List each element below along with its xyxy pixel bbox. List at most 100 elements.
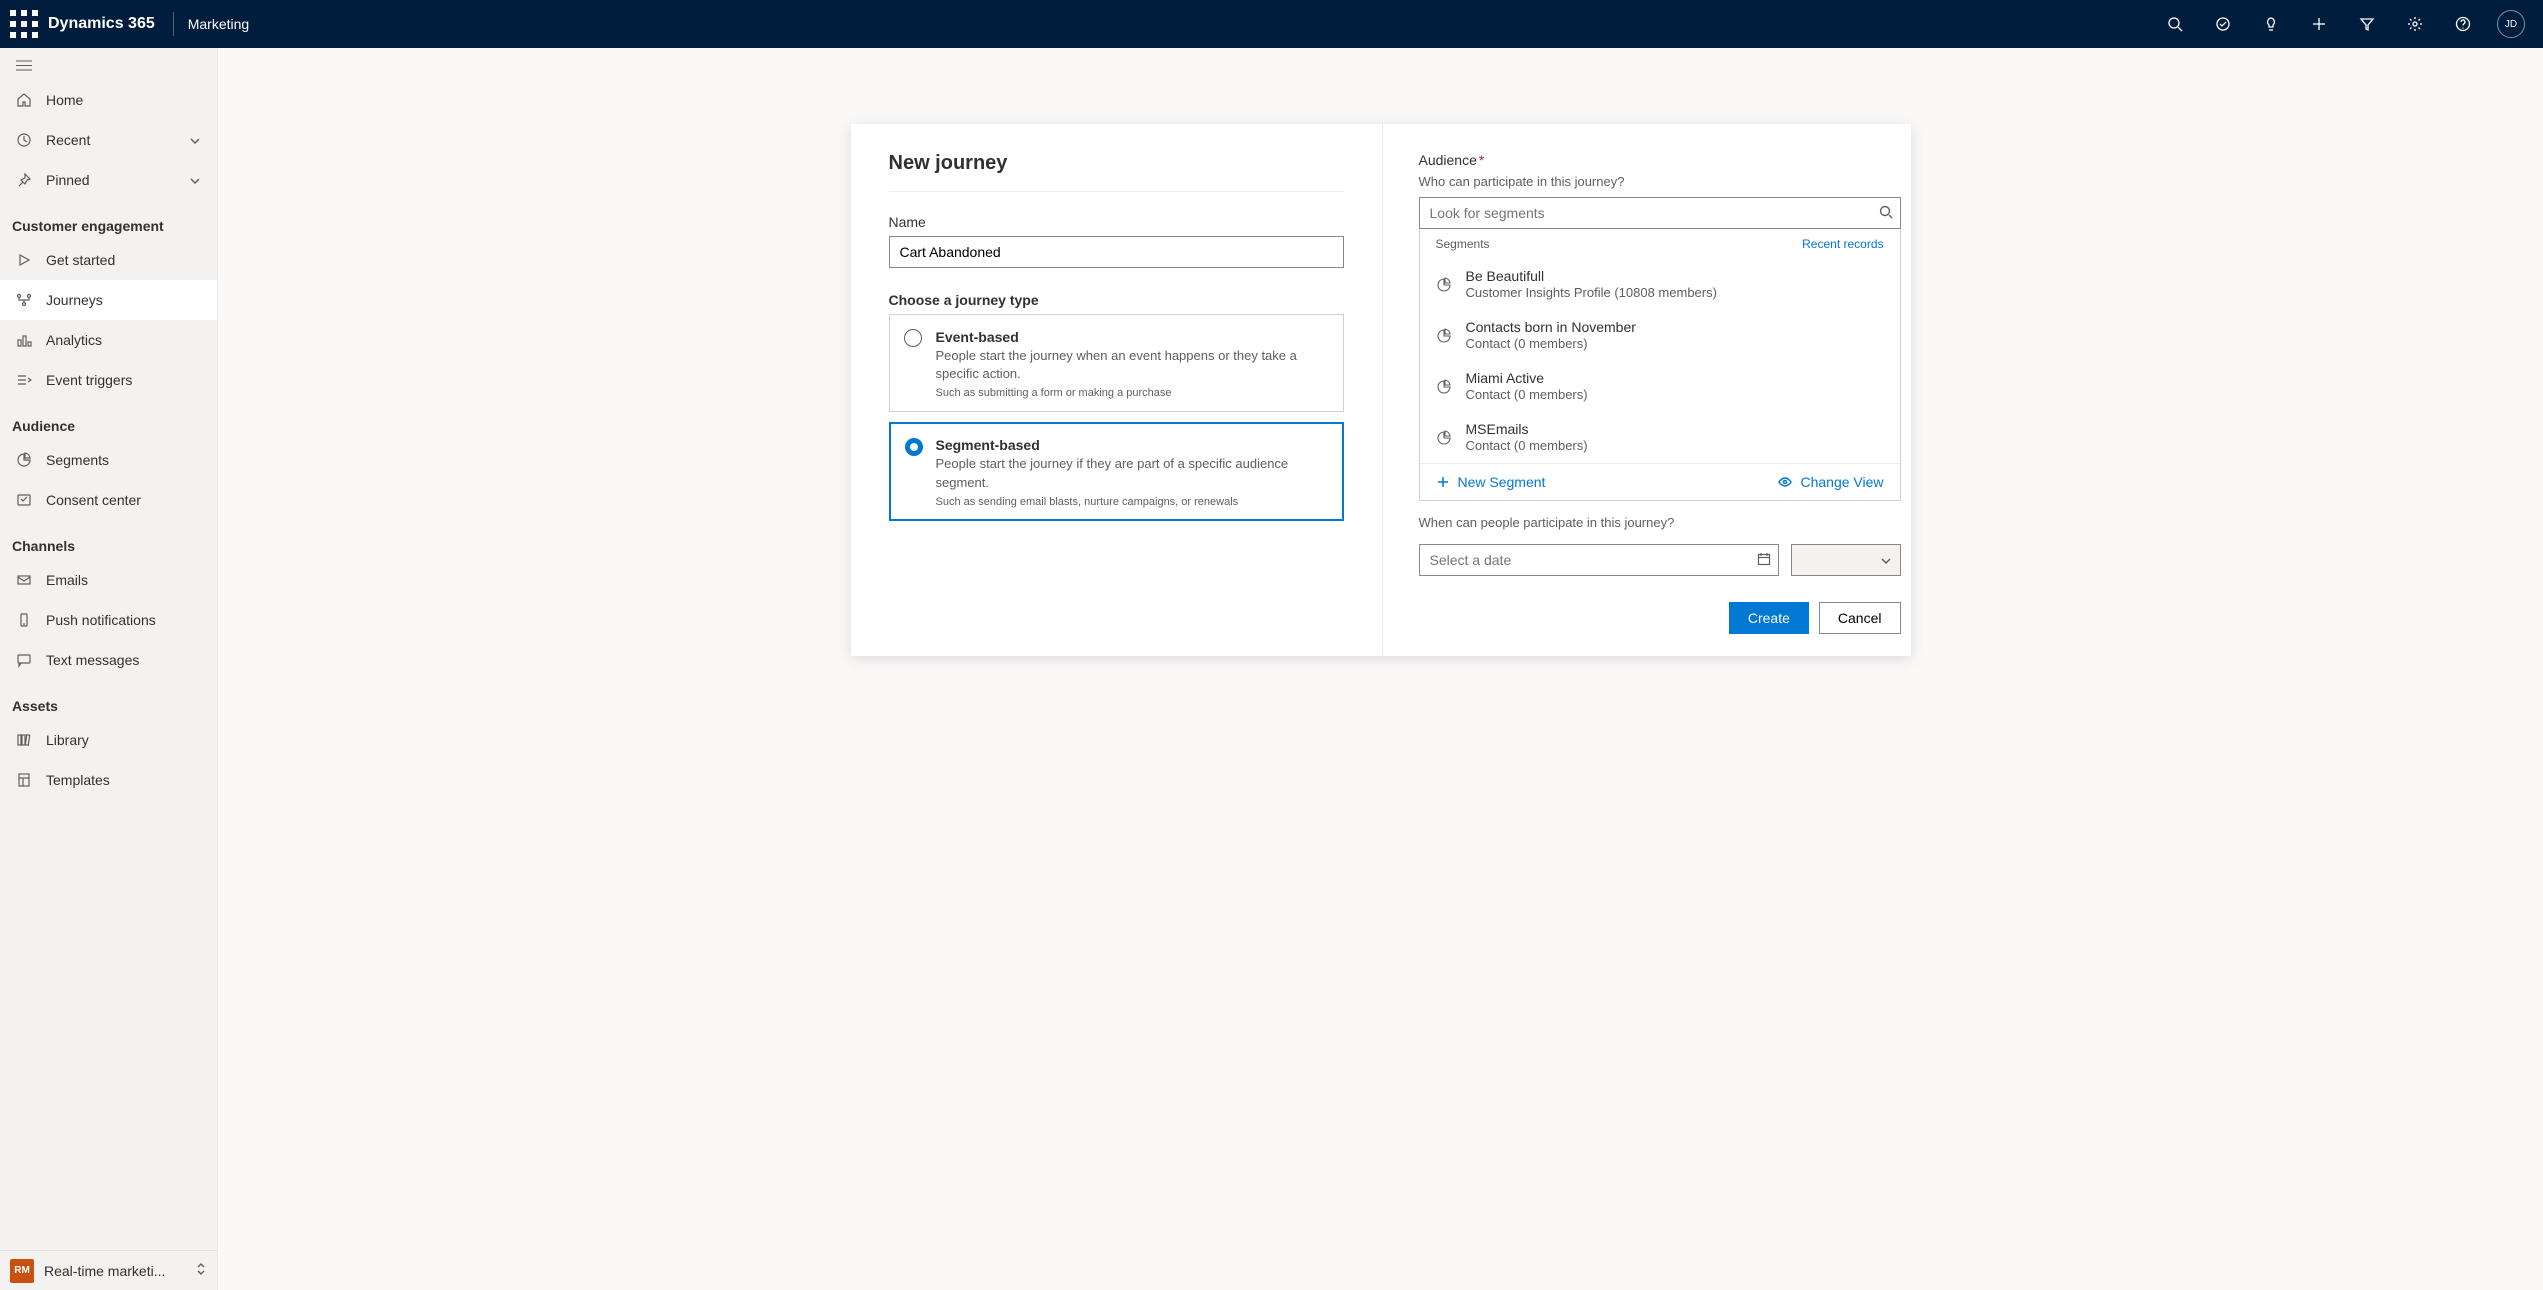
nav-pinned[interactable]: Pinned: [0, 160, 217, 200]
segment-name: Be Beautifull: [1466, 267, 1717, 285]
segment-item[interactable]: MSEmails Contact (0 members): [1420, 412, 1900, 463]
nav-label: Home: [46, 92, 201, 108]
trigger-icon: [16, 372, 32, 388]
help-icon[interactable]: [2439, 0, 2487, 48]
nav-group-audience: Audience: [0, 400, 217, 440]
lightbulb-icon[interactable]: [2247, 0, 2295, 48]
segment-meta: Customer Insights Profile (10808 members…: [1466, 285, 1717, 302]
card-desc: People start the journey if they are par…: [936, 455, 1325, 491]
nav-emails[interactable]: Emails: [0, 560, 217, 600]
nav-label: Text messages: [46, 652, 201, 668]
search-icon[interactable]: [2151, 0, 2199, 48]
template-icon: [16, 772, 32, 788]
change-view-label: Change View: [1800, 474, 1883, 490]
nav-push[interactable]: Push notifications: [0, 600, 217, 640]
card-desc: People start the journey when an event h…: [936, 347, 1325, 383]
nav-label: Event triggers: [46, 372, 201, 388]
segment-icon: [16, 452, 32, 468]
segment-icon: [1436, 430, 1452, 446]
mail-icon: [16, 572, 32, 588]
nav-text[interactable]: Text messages: [0, 640, 217, 680]
new-segment-label: New Segment: [1458, 474, 1546, 490]
nav-get-started[interactable]: Get started: [0, 240, 217, 280]
nav-recent[interactable]: Recent: [0, 120, 217, 160]
change-view-button[interactable]: Change View: [1778, 474, 1883, 490]
nav-journeys[interactable]: Journeys: [0, 280, 217, 320]
when-label: When can people participate in this jour…: [1419, 515, 1901, 530]
analytics-icon: [16, 332, 32, 348]
dialog-title: New journey: [889, 152, 1344, 175]
new-journey-dialog: New journey Name Choose a journey type E…: [851, 124, 1911, 656]
chevron-down-icon: [189, 134, 201, 146]
nav-label: Push notifications: [46, 612, 201, 628]
filter-icon[interactable]: [2343, 0, 2391, 48]
segment-icon: [1436, 328, 1452, 344]
nav-label: Journeys: [46, 292, 201, 308]
nav-home[interactable]: Home: [0, 80, 217, 120]
sms-icon: [16, 652, 32, 668]
home-icon: [16, 92, 32, 108]
updown-icon: [195, 1262, 207, 1279]
pin-icon: [16, 172, 32, 188]
nav-event-triggers[interactable]: Event triggers: [0, 360, 217, 400]
cancel-button[interactable]: Cancel: [1819, 602, 1901, 634]
calendar-icon[interactable]: [1757, 552, 1771, 569]
nav-label: Emails: [46, 572, 201, 588]
app-name: Marketing: [188, 16, 249, 32]
user-avatar[interactable]: JD: [2497, 10, 2525, 38]
area-badge: RM: [10, 1259, 34, 1283]
assistant-icon[interactable]: [2199, 0, 2247, 48]
card-example: Such as sending email blasts, nurture ca…: [936, 496, 1325, 508]
time-select[interactable]: [1791, 544, 1901, 576]
segment-name: Miami Active: [1466, 369, 1588, 387]
nav-analytics[interactable]: Analytics: [0, 320, 217, 360]
app-launcher[interactable]: [8, 8, 40, 40]
radio-icon: [905, 438, 923, 456]
audience-sub: Who can participate in this journey?: [1419, 174, 1901, 189]
create-button[interactable]: Create: [1729, 602, 1809, 634]
nav-group-engagement: Customer engagement: [0, 200, 217, 240]
date-input[interactable]: [1419, 544, 1779, 576]
area-switcher[interactable]: RM Real-time marketi...: [0, 1250, 217, 1290]
recent-records-link[interactable]: Recent records: [1802, 237, 1883, 251]
nav-consent-center[interactable]: Consent center: [0, 480, 217, 520]
clock-icon: [16, 132, 32, 148]
journey-name-input[interactable]: [889, 236, 1344, 268]
nav-label: Pinned: [46, 172, 175, 188]
push-icon: [16, 612, 32, 628]
divider: [889, 191, 1344, 192]
nav-label: Recent: [46, 132, 175, 148]
library-icon: [16, 732, 32, 748]
name-label: Name: [889, 214, 1344, 230]
nav-group-assets: Assets: [0, 680, 217, 720]
add-icon[interactable]: [2295, 0, 2343, 48]
segment-meta: Contact (0 members): [1466, 438, 1588, 455]
segment-item[interactable]: Contacts born in November Contact (0 mem…: [1420, 310, 1900, 361]
search-icon[interactable]: [1879, 205, 1893, 219]
area-label: Real-time marketi...: [44, 1263, 185, 1279]
nav-templates[interactable]: Templates: [0, 760, 217, 800]
audience-label: Audience*: [1419, 152, 1901, 168]
segment-dropdown: Segments Recent records Be Beautifull Cu…: [1419, 229, 1901, 501]
nav-label: Consent center: [46, 492, 201, 508]
journey-icon: [16, 292, 32, 308]
consent-icon: [16, 492, 32, 508]
segment-meta: Contact (0 members): [1466, 387, 1588, 404]
settings-icon[interactable]: [2391, 0, 2439, 48]
segment-lookup-input[interactable]: [1419, 197, 1901, 229]
nav-label: Analytics: [46, 332, 201, 348]
brand-title: Dynamics 365: [48, 15, 155, 33]
segment-item[interactable]: Be Beautifull Customer Insights Profile …: [1420, 259, 1900, 310]
segment-name: MSEmails: [1466, 420, 1588, 438]
segment-name: Contacts born in November: [1466, 318, 1636, 336]
brand-separator: [173, 12, 174, 36]
nav-label: Library: [46, 732, 201, 748]
journey-type-segment-based[interactable]: Segment-based People start the journey i…: [889, 422, 1344, 520]
radio-icon: [904, 329, 922, 347]
segment-item[interactable]: Miami Active Contact (0 members): [1420, 361, 1900, 412]
sidebar-toggle[interactable]: [0, 48, 217, 80]
nav-segments[interactable]: Segments: [0, 440, 217, 480]
nav-library[interactable]: Library: [0, 720, 217, 760]
journey-type-event-based[interactable]: Event-based People start the journey whe…: [889, 314, 1344, 412]
new-segment-button[interactable]: New Segment: [1436, 474, 1546, 490]
